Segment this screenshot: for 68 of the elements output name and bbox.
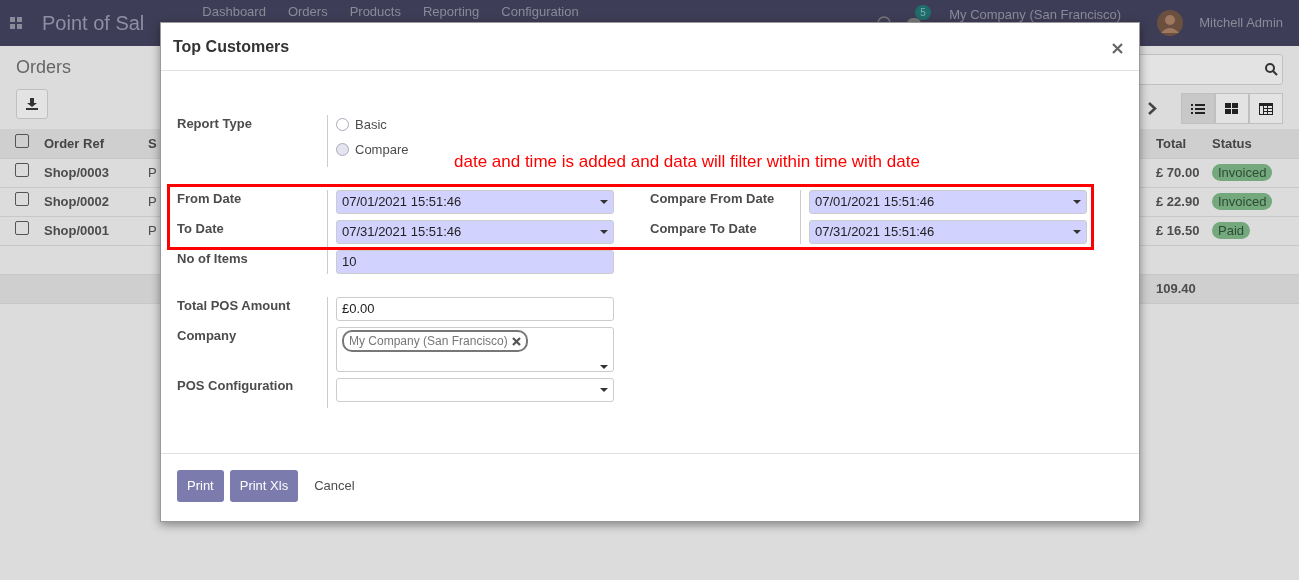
field-label: Report Type (177, 115, 253, 133)
date-field[interactable]: 07/31/2021 15:51:46 (336, 220, 614, 244)
date-field[interactable]: 07/31/2021 15:51:46 (809, 220, 1087, 244)
table-cell: £ 16.50 (1150, 216, 1206, 245)
list-view-button[interactable] (1181, 93, 1215, 124)
column-header[interactable]: Status (1206, 129, 1299, 158)
total-sum: 109.40 (1150, 274, 1206, 303)
remove-icon[interactable] (511, 336, 521, 346)
menu-item[interactable]: Configuration (501, 5, 579, 19)
print-button[interactable]: Print Xls (229, 470, 299, 502)
field-label: Company (177, 327, 238, 345)
caret-icon (1073, 200, 1081, 204)
field-label: Compare From Date (650, 190, 776, 208)
table-cell: Shop/0003 (38, 158, 142, 187)
table-cell: Shop/0002 (38, 187, 142, 216)
apps-menu-icon[interactable] (10, 17, 22, 29)
status-badge: Invoiced (1212, 192, 1273, 210)
print-button[interactable]: Print (177, 470, 224, 502)
radio-option[interactable]: Basic (336, 115, 409, 134)
cancel-button[interactable]: Cancel (304, 470, 365, 502)
download-icon (26, 98, 38, 110)
status-badge: Invoiced (1212, 163, 1273, 181)
status-badge: Paid (1212, 221, 1251, 239)
list-icon (1191, 102, 1205, 115)
select-all-checkbox[interactable] (15, 133, 29, 148)
company-switcher[interactable]: My Company (San Francisco) (949, 8, 1122, 22)
date-field[interactable]: 07/01/2021 15:51:46 (336, 190, 614, 214)
column-header[interactable]: Order Ref (38, 129, 142, 158)
next-page-icon[interactable] (1148, 102, 1157, 115)
field-label: From Date (177, 190, 243, 208)
caret-icon (600, 388, 608, 392)
kanban-view-button[interactable] (1215, 93, 1249, 124)
pivot-icon (1259, 102, 1273, 115)
dialog-title: Top Customers (173, 36, 290, 57)
caret-icon (600, 200, 608, 204)
notification-badge: 5 (915, 5, 931, 20)
row-checkbox[interactable] (15, 220, 29, 235)
company-field[interactable]: My Company (San Francisco) (336, 327, 614, 372)
row-checkbox[interactable] (15, 162, 29, 177)
field-label: To Date (177, 220, 225, 238)
column-header[interactable]: Total (1150, 129, 1206, 158)
close-icon (1112, 42, 1123, 54)
field-label: No of Items (177, 250, 249, 268)
field-label: POS Configuration (177, 377, 295, 395)
table-cell: £ 22.90 (1150, 187, 1206, 216)
caret-icon (1073, 230, 1081, 234)
number-field[interactable]: 10 (336, 250, 614, 274)
company-tag[interactable]: My Company (San Francisco) (342, 330, 528, 352)
table-cell: Shop/0001 (38, 216, 142, 245)
field-label: Total POS Amount (177, 297, 292, 315)
caret-icon (600, 365, 608, 369)
search-icon[interactable] (1265, 63, 1278, 76)
caret-icon (600, 230, 608, 234)
table-cell: £ 70.00 (1150, 158, 1206, 187)
page-title: Orders (16, 56, 71, 79)
field-label: Compare To Date (650, 220, 758, 238)
menu-item[interactable]: Orders (287, 5, 328, 19)
avatar[interactable] (1157, 10, 1184, 36)
pivot-view-button[interactable] (1249, 93, 1283, 124)
download-button[interactable] (16, 89, 48, 119)
row-checkbox[interactable] (15, 191, 29, 206)
amount-field[interactable]: £0.00 (336, 297, 614, 321)
select-field[interactable] (336, 378, 614, 402)
app-title: Point of Sal (42, 11, 145, 36)
date-field[interactable]: 07/01/2021 15:51:46 (809, 190, 1087, 214)
kanban-icon (1225, 102, 1239, 115)
radio-option[interactable]: Compare (336, 140, 409, 159)
menu-item[interactable]: Dashboard (202, 5, 266, 19)
